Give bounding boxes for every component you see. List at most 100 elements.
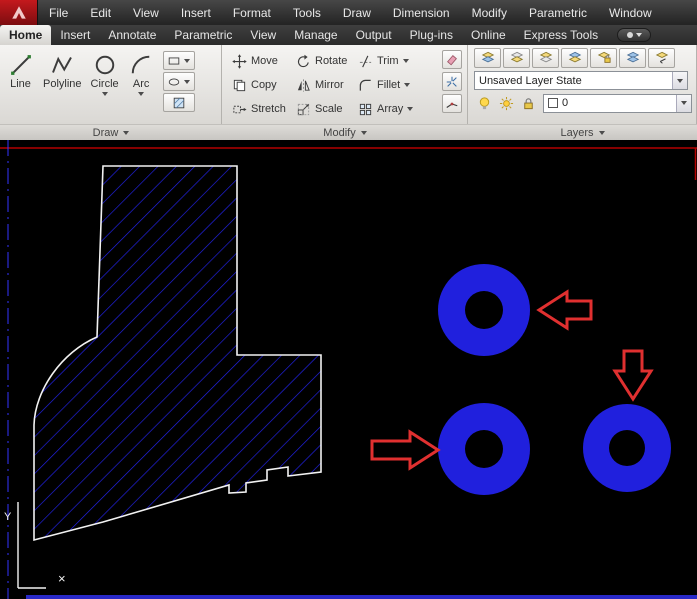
menu-view[interactable]: View — [122, 0, 170, 25]
ellipse-icon — [168, 78, 180, 85]
menu-file[interactable]: File — [38, 0, 79, 25]
modify-panel-title[interactable]: Modify — [222, 125, 468, 141]
arc-button[interactable]: Arc — [125, 49, 158, 124]
fillet-button[interactable]: Fillet — [354, 74, 434, 96]
tab-manage[interactable]: Manage — [285, 25, 346, 45]
tab-output[interactable]: Output — [347, 25, 401, 45]
donut-2[interactable] — [438, 403, 530, 495]
sun-icon[interactable] — [496, 93, 516, 113]
layer-off-button[interactable] — [503, 48, 530, 68]
scale-button[interactable]: Scale — [292, 98, 354, 120]
hatched-part-outline[interactable] — [33, 165, 322, 542]
menu-tools[interactable]: Tools — [282, 0, 332, 25]
donut-1[interactable] — [438, 264, 530, 356]
circle-icon — [91, 51, 118, 78]
arrow-down[interactable] — [612, 349, 654, 402]
tab-express-tools[interactable]: Express Tools — [515, 25, 607, 45]
copy-button[interactable]: Copy — [228, 74, 292, 96]
tab-insert[interactable]: Insert — [51, 25, 99, 45]
move-button[interactable]: Move — [228, 50, 292, 72]
layer-dropdown[interactable]: 0 — [543, 93, 692, 113]
circle-button[interactable]: Circle — [88, 49, 122, 124]
menu-bar: File Edit View Insert Format Tools Draw … — [0, 0, 697, 25]
menu-dimension[interactable]: Dimension — [382, 0, 461, 25]
layer-prev-button[interactable] — [648, 48, 675, 68]
modify-panel-title-label: Modify — [323, 127, 356, 139]
explode-icon — [446, 76, 457, 87]
layer-lock-button[interactable] — [590, 48, 617, 68]
hatch-button[interactable] — [162, 93, 195, 112]
tab-home[interactable]: Home — [0, 25, 52, 45]
layer-stack-icon — [510, 51, 523, 63]
chevron-down-icon — [101, 92, 108, 96]
explode-button[interactable] — [442, 72, 462, 91]
app-icon[interactable] — [0, 0, 38, 25]
menu-draw[interactable]: Draw — [332, 0, 382, 25]
dropdown-button[interactable] — [672, 72, 687, 89]
tab-view[interactable]: View — [241, 25, 285, 45]
ellipse-button[interactable] — [162, 72, 195, 91]
copy-label: Copy — [251, 79, 277, 91]
drawing-canvas[interactable]: Y × — [0, 140, 697, 599]
menu-insert[interactable]: Insert — [170, 0, 222, 25]
menu-window[interactable]: Window — [598, 0, 663, 25]
trim-button[interactable]: Trim — [354, 50, 434, 72]
panel-title-strip: Draw Modify Layers — [0, 124, 697, 140]
chevron-down-icon — [407, 107, 414, 111]
layer-stack-icon — [539, 51, 552, 63]
join-button[interactable] — [442, 94, 462, 113]
chevron-down-icon — [681, 101, 687, 105]
layer-match-button[interactable] — [619, 48, 646, 68]
draw-panel-title[interactable]: Draw — [0, 125, 222, 141]
rotate-button[interactable]: Rotate — [292, 50, 354, 72]
line-icon — [7, 51, 34, 78]
polyline-button[interactable]: Polyline — [40, 49, 85, 124]
rotate-label: Rotate — [315, 55, 348, 67]
array-label: Array — [377, 103, 404, 115]
lock-icon[interactable] — [518, 93, 538, 113]
tab-parametric[interactable]: Parametric — [165, 25, 241, 45]
line-button[interactable]: Line — [4, 49, 37, 124]
scale-label: Scale — [315, 103, 343, 115]
stretch-label: Stretch — [251, 103, 286, 115]
ucs-x-label: × — [58, 571, 66, 586]
layer-state-dropdown[interactable]: Unsaved Layer State — [474, 71, 688, 90]
layer-stack-icon — [568, 51, 581, 63]
layers-panel-title[interactable]: Layers — [468, 125, 697, 141]
donut-3[interactable] — [583, 404, 671, 492]
layer-properties-button[interactable] — [474, 48, 501, 68]
chevron-down-icon — [402, 59, 409, 63]
modify-panel: Move Rotate Trim Copy Mirror Fillet Stre… — [222, 45, 468, 124]
array-button[interactable]: Array — [354, 98, 434, 120]
trim-icon — [359, 55, 372, 67]
erase-button[interactable] — [442, 50, 462, 69]
layers-panel: Unsaved Layer State 0 — [468, 45, 697, 124]
circle-label: Circle — [90, 78, 119, 90]
scale-icon — [297, 103, 310, 115]
chevron-down-icon — [123, 131, 130, 135]
menu-modify[interactable]: Modify — [461, 0, 518, 25]
chevron-down-icon — [184, 79, 191, 84]
arrow-right[interactable] — [370, 429, 441, 471]
rectangle-button[interactable] — [162, 51, 195, 70]
tab-online[interactable]: Online — [462, 25, 515, 45]
dropdown-button[interactable] — [676, 94, 691, 112]
tab-plugins[interactable]: Plug-ins — [401, 25, 462, 45]
stretch-icon — [233, 105, 247, 113]
array-icon — [359, 103, 372, 115]
ribbon-options-button[interactable] — [617, 28, 652, 42]
layer-stack-icon — [481, 51, 494, 63]
arrow-left[interactable] — [536, 289, 593, 331]
menu-edit[interactable]: Edit — [79, 0, 122, 25]
mirror-button[interactable]: Mirror — [292, 74, 354, 96]
menu-format[interactable]: Format — [222, 0, 282, 25]
tab-annotate[interactable]: Annotate — [99, 25, 165, 45]
bulb-icon[interactable] — [474, 93, 494, 113]
layer-state-value: Unsaved Layer State — [479, 74, 582, 87]
stretch-button[interactable]: Stretch — [228, 98, 292, 120]
layer-freeze-button[interactable] — [561, 48, 588, 68]
rotate-icon — [297, 54, 309, 67]
mirror-icon — [297, 78, 310, 92]
menu-parametric[interactable]: Parametric — [518, 0, 598, 25]
layer-isolate-button[interactable] — [532, 48, 559, 68]
